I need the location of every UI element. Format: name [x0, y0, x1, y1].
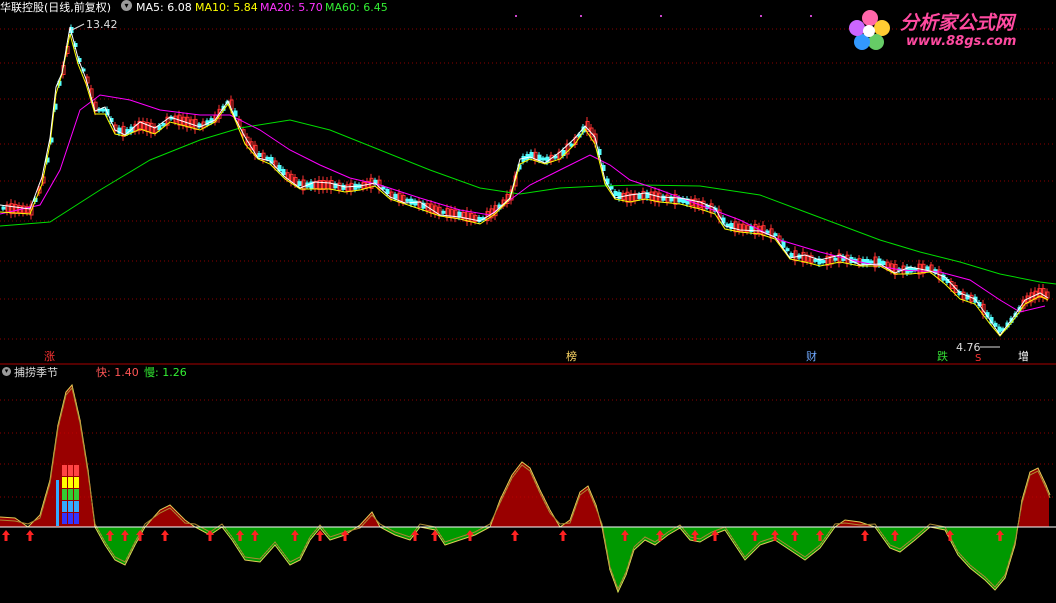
candle-body — [909, 267, 914, 273]
signal-bar — [68, 513, 73, 524]
signal-bar — [62, 501, 67, 512]
signal-bar — [62, 489, 67, 500]
buy-arrow-icon — [206, 530, 214, 541]
candle-body — [613, 191, 618, 196]
fast-line — [0, 383, 1051, 594]
candle-body — [821, 260, 826, 264]
candle-body — [297, 181, 302, 187]
signal-bar — [62, 465, 67, 476]
ma20-label: MA20: 5.70 — [260, 1, 323, 14]
indicator-fast: 快: 1.40 — [96, 366, 139, 379]
flower-logo-icon — [849, 10, 890, 50]
marker-zeng: 增 — [1018, 350, 1029, 363]
watermark-url: www.88gs.com — [906, 34, 1017, 49]
candle-body — [785, 248, 790, 252]
buy-arrow-icon — [161, 530, 169, 541]
signal-dot — [810, 15, 812, 17]
signal-dot — [515, 15, 517, 17]
candle-body — [781, 240, 786, 248]
chart-canvas[interactable] — [0, 0, 1056, 603]
buy-arrow-icon — [559, 530, 567, 541]
stock-chart-window: 华联控股(日线,前复权) ▾ MA5: 6.08 MA10: 5.84 MA20… — [0, 0, 1056, 603]
high-price-label: 13.42 — [86, 18, 118, 31]
candle-body — [637, 193, 642, 199]
signal-bar — [62, 477, 67, 488]
candle-body — [413, 200, 418, 206]
marker-s: S — [975, 353, 982, 364]
high-price-pointer — [71, 23, 85, 31]
candle-body — [881, 261, 886, 266]
candle-body — [789, 253, 794, 257]
candle-body — [569, 143, 574, 147]
signal-bar — [68, 477, 73, 488]
ma10-label: MA10: 5.84 — [195, 1, 258, 14]
candle-body — [385, 189, 390, 195]
signal-bar — [74, 465, 79, 476]
signal-bar — [56, 480, 59, 526]
candle-body — [265, 156, 270, 160]
candle-body — [257, 153, 262, 157]
indicator-dropdown-icon[interactable]: ▾ — [2, 367, 11, 376]
indicator-title[interactable]: 捕捞季节 — [14, 366, 58, 379]
candle-body — [393, 193, 398, 199]
signal-bar — [74, 501, 79, 512]
candle-body — [101, 108, 106, 112]
candle-body — [161, 122, 166, 126]
candle-body — [405, 198, 410, 202]
dropdown-icon[interactable]: ▾ — [121, 0, 132, 11]
marker-cai: 财 — [806, 350, 817, 363]
marker-bang: 榜 — [566, 350, 577, 363]
signal-bar — [62, 513, 67, 524]
candle-body — [813, 258, 818, 262]
buy-arrow-icon — [106, 530, 114, 541]
indicator-slow: 慢: 1.26 — [144, 366, 187, 379]
watermark-title: 分析家公式网 — [900, 12, 1015, 34]
signal-dot — [580, 15, 582, 17]
candle-body — [541, 157, 546, 161]
signal-bar — [74, 513, 79, 524]
signal-dot — [760, 15, 762, 17]
signal-bar — [68, 489, 73, 500]
signal-bar — [68, 501, 73, 512]
buy-arrow-icon — [816, 530, 824, 541]
signal-dot — [660, 15, 662, 17]
candle-body — [997, 326, 1002, 333]
buy-arrow-icon — [2, 530, 10, 541]
candle-body — [869, 260, 874, 264]
candle-body — [925, 266, 930, 271]
marker-zhang: 涨 — [44, 350, 55, 363]
candle-body — [537, 154, 542, 161]
buy-arrow-icon — [236, 530, 244, 541]
buy-arrow-icon — [861, 530, 869, 541]
signal-bar — [74, 477, 79, 488]
candle-body — [773, 233, 778, 237]
signal-bar — [68, 465, 73, 476]
stock-title[interactable]: 华联控股(日线,前复权) — [0, 1, 111, 14]
slow-line — [0, 386, 1051, 591]
watermark-logo: 分析家公式网 www.88gs.com — [848, 4, 1048, 56]
buy-arrow-icon — [511, 530, 519, 541]
ma5-label: MA5: 6.08 — [136, 1, 192, 14]
ma10-line — [0, 33, 1049, 337]
signal-bar — [74, 489, 79, 500]
ma60-label: MA60: 6.45 — [325, 1, 388, 14]
buy-arrow-icon — [996, 530, 1004, 541]
candle-body — [381, 186, 386, 190]
candle-body — [609, 185, 614, 190]
candle-body — [1, 206, 6, 210]
marker-die: 跌 — [937, 350, 948, 363]
candle-body — [441, 210, 446, 214]
candle-body — [833, 257, 838, 261]
ma60-line — [0, 119, 1056, 285]
buy-arrow-icon — [26, 530, 34, 541]
candle-body — [409, 198, 414, 205]
